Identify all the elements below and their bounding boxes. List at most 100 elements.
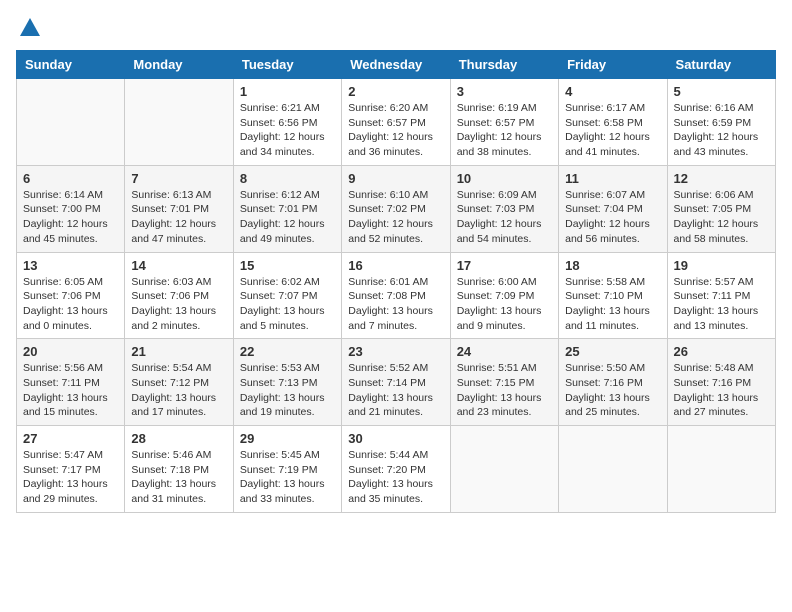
calendar-cell: 30 Sunrise: 5:44 AMSunset: 7:20 PMDayligh… [342,426,450,513]
day-number: 28 [131,431,226,446]
day-number: 20 [23,344,118,359]
day-info: Sunrise: 5:47 AMSunset: 7:17 PMDaylight:… [23,448,118,507]
day-number: 8 [240,171,335,186]
calendar-cell: 11 Sunrise: 6:07 AMSunset: 7:04 PMDayligh… [559,165,667,252]
calendar-cell: 26Sunrise: 5:48 AMSunset: 7:16 PMDayligh… [667,339,775,426]
calendar-cell: 25 Sunrise: 5:50 AMSunset: 7:16 PMDayligh… [559,339,667,426]
calendar-cell: 19 Sunrise: 5:57 AMSunset: 7:11 PMDayligh… [667,252,775,339]
day-number: 21 [131,344,226,359]
day-info: Sunrise: 5:50 AMSunset: 7:16 PMDaylight:… [565,361,660,420]
day-number: 23 [348,344,443,359]
day-info: Sunrise: 6:00 AMSunset: 7:09 PMDaylight:… [457,275,552,334]
day-number: 1 [240,84,335,99]
day-number: 5 [674,84,769,99]
calendar-cell: 17 Sunrise: 6:00 AMSunset: 7:09 PMDayligh… [450,252,558,339]
day-info: Sunrise: 5:57 AMSunset: 7:11 PMDaylight:… [674,275,769,334]
calendar-cell: 3Sunrise: 6:19 AMSunset: 6:57 PMDaylight… [450,79,558,166]
weekday-header-thursday: Thursday [450,51,558,79]
day-number: 25 [565,344,660,359]
logo [16,16,42,40]
calendar-cell: 27 Sunrise: 5:47 AMSunset: 7:17 PMDayligh… [17,426,125,513]
day-number: 14 [131,258,226,273]
day-number: 18 [565,258,660,273]
day-number: 11 [565,171,660,186]
calendar-week-4: 20 Sunrise: 5:56 AMSunset: 7:11 PMDayligh… [17,339,776,426]
day-number: 13 [23,258,118,273]
day-number: 29 [240,431,335,446]
calendar-cell: 10Sunrise: 6:09 AMSunset: 7:03 PMDayligh… [450,165,558,252]
day-info: Sunrise: 6:01 AMSunset: 7:08 PMDaylight:… [348,275,443,334]
weekday-header-monday: Monday [125,51,233,79]
day-info: Sunrise: 5:54 AMSunset: 7:12 PMDaylight:… [131,361,226,420]
calendar-week-3: 13 Sunrise: 6:05 AMSunset: 7:06 PMDayligh… [17,252,776,339]
day-info: Sunrise: 6:10 AMSunset: 7:02 PMDaylight:… [348,188,443,247]
calendar-cell [450,426,558,513]
calendar-cell: 20 Sunrise: 5:56 AMSunset: 7:11 PMDayligh… [17,339,125,426]
calendar-cell: 9Sunrise: 6:10 AMSunset: 7:02 PMDaylight… [342,165,450,252]
day-number: 30 [348,431,443,446]
day-info: Sunrise: 6:14 AMSunset: 7:00 PMDaylight:… [23,188,118,247]
calendar-cell [559,426,667,513]
calendar-cell: 13 Sunrise: 6:05 AMSunset: 7:06 PMDayligh… [17,252,125,339]
day-info: Sunrise: 6:13 AMSunset: 7:01 PMDaylight:… [131,188,226,247]
day-info: Sunrise: 6:12 AMSunset: 7:01 PMDaylight:… [240,188,335,247]
day-number: 6 [23,171,118,186]
day-info: Sunrise: 5:44 AMSunset: 7:20 PMDaylight:… [348,448,443,507]
day-info: Sunrise: 6:16 AMSunset: 6:59 PMDaylight:… [674,101,769,160]
calendar-cell: 2 Sunrise: 6:20 AMSunset: 6:57 PMDaylight… [342,79,450,166]
day-info: Sunrise: 5:48 AMSunset: 7:16 PMDaylight:… [674,361,769,420]
day-info: Sunrise: 5:56 AMSunset: 7:11 PMDaylight:… [23,361,118,420]
weekday-header-saturday: Saturday [667,51,775,79]
calendar-cell: 18 Sunrise: 5:58 AMSunset: 7:10 PMDayligh… [559,252,667,339]
day-info: Sunrise: 5:52 AMSunset: 7:14 PMDaylight:… [348,361,443,420]
day-info: Sunrise: 6:05 AMSunset: 7:06 PMDaylight:… [23,275,118,334]
day-info: Sunrise: 5:53 AMSunset: 7:13 PMDaylight:… [240,361,335,420]
weekday-header-friday: Friday [559,51,667,79]
day-info: Sunrise: 5:45 AMSunset: 7:19 PMDaylight:… [240,448,335,507]
day-number: 2 [348,84,443,99]
day-info: Sunrise: 6:06 AMSunset: 7:05 PMDaylight:… [674,188,769,247]
day-info: Sunrise: 6:17 AMSunset: 6:58 PMDaylight:… [565,101,660,160]
day-info: Sunrise: 5:51 AMSunset: 7:15 PMDaylight:… [457,361,552,420]
calendar-week-1: 1 Sunrise: 6:21 AMSunset: 6:56 PMDaylight… [17,79,776,166]
day-info: Sunrise: 6:21 AMSunset: 6:56 PMDaylight:… [240,101,335,160]
day-number: 27 [23,431,118,446]
calendar-cell: 12Sunrise: 6:06 AMSunset: 7:05 PMDayligh… [667,165,775,252]
calendar-cell: 22 Sunrise: 5:53 AMSunset: 7:13 PMDayligh… [233,339,341,426]
day-number: 16 [348,258,443,273]
calendar-cell: 5 Sunrise: 6:16 AMSunset: 6:59 PMDaylight… [667,79,775,166]
day-info: Sunrise: 6:20 AMSunset: 6:57 PMDaylight:… [348,101,443,160]
calendar: SundayMondayTuesdayWednesdayThursdayFrid… [16,50,776,513]
calendar-cell: 1 Sunrise: 6:21 AMSunset: 6:56 PMDaylight… [233,79,341,166]
calendar-cell: 16 Sunrise: 6:01 AMSunset: 7:08 PMDayligh… [342,252,450,339]
calendar-cell [125,79,233,166]
day-number: 22 [240,344,335,359]
day-number: 24 [457,344,552,359]
calendar-cell: 14Sunrise: 6:03 AMSunset: 7:06 PMDayligh… [125,252,233,339]
calendar-cell: 23 Sunrise: 5:52 AMSunset: 7:14 PMDayligh… [342,339,450,426]
day-number: 19 [674,258,769,273]
calendar-cell: 28Sunrise: 5:46 AMSunset: 7:18 PMDayligh… [125,426,233,513]
weekday-header-wednesday: Wednesday [342,51,450,79]
day-info: Sunrise: 5:58 AMSunset: 7:10 PMDaylight:… [565,275,660,334]
day-number: 4 [565,84,660,99]
calendar-week-5: 27 Sunrise: 5:47 AMSunset: 7:17 PMDayligh… [17,426,776,513]
weekday-header-tuesday: Tuesday [233,51,341,79]
day-number: 7 [131,171,226,186]
calendar-cell [17,79,125,166]
day-info: Sunrise: 6:02 AMSunset: 7:07 PMDaylight:… [240,275,335,334]
day-info: Sunrise: 6:07 AMSunset: 7:04 PMDaylight:… [565,188,660,247]
calendar-cell [667,426,775,513]
calendar-cell: 7 Sunrise: 6:13 AMSunset: 7:01 PMDaylight… [125,165,233,252]
calendar-week-2: 6 Sunrise: 6:14 AMSunset: 7:00 PMDaylight… [17,165,776,252]
day-number: 15 [240,258,335,273]
day-number: 3 [457,84,552,99]
calendar-cell: 6 Sunrise: 6:14 AMSunset: 7:00 PMDaylight… [17,165,125,252]
calendar-cell: 24 Sunrise: 5:51 AMSunset: 7:15 PMDayligh… [450,339,558,426]
day-number: 17 [457,258,552,273]
calendar-cell: 21 Sunrise: 5:54 AMSunset: 7:12 PMDayligh… [125,339,233,426]
calendar-cell: 8 Sunrise: 6:12 AMSunset: 7:01 PMDaylight… [233,165,341,252]
day-number: 10 [457,171,552,186]
header [16,16,776,40]
weekday-header-sunday: Sunday [17,51,125,79]
